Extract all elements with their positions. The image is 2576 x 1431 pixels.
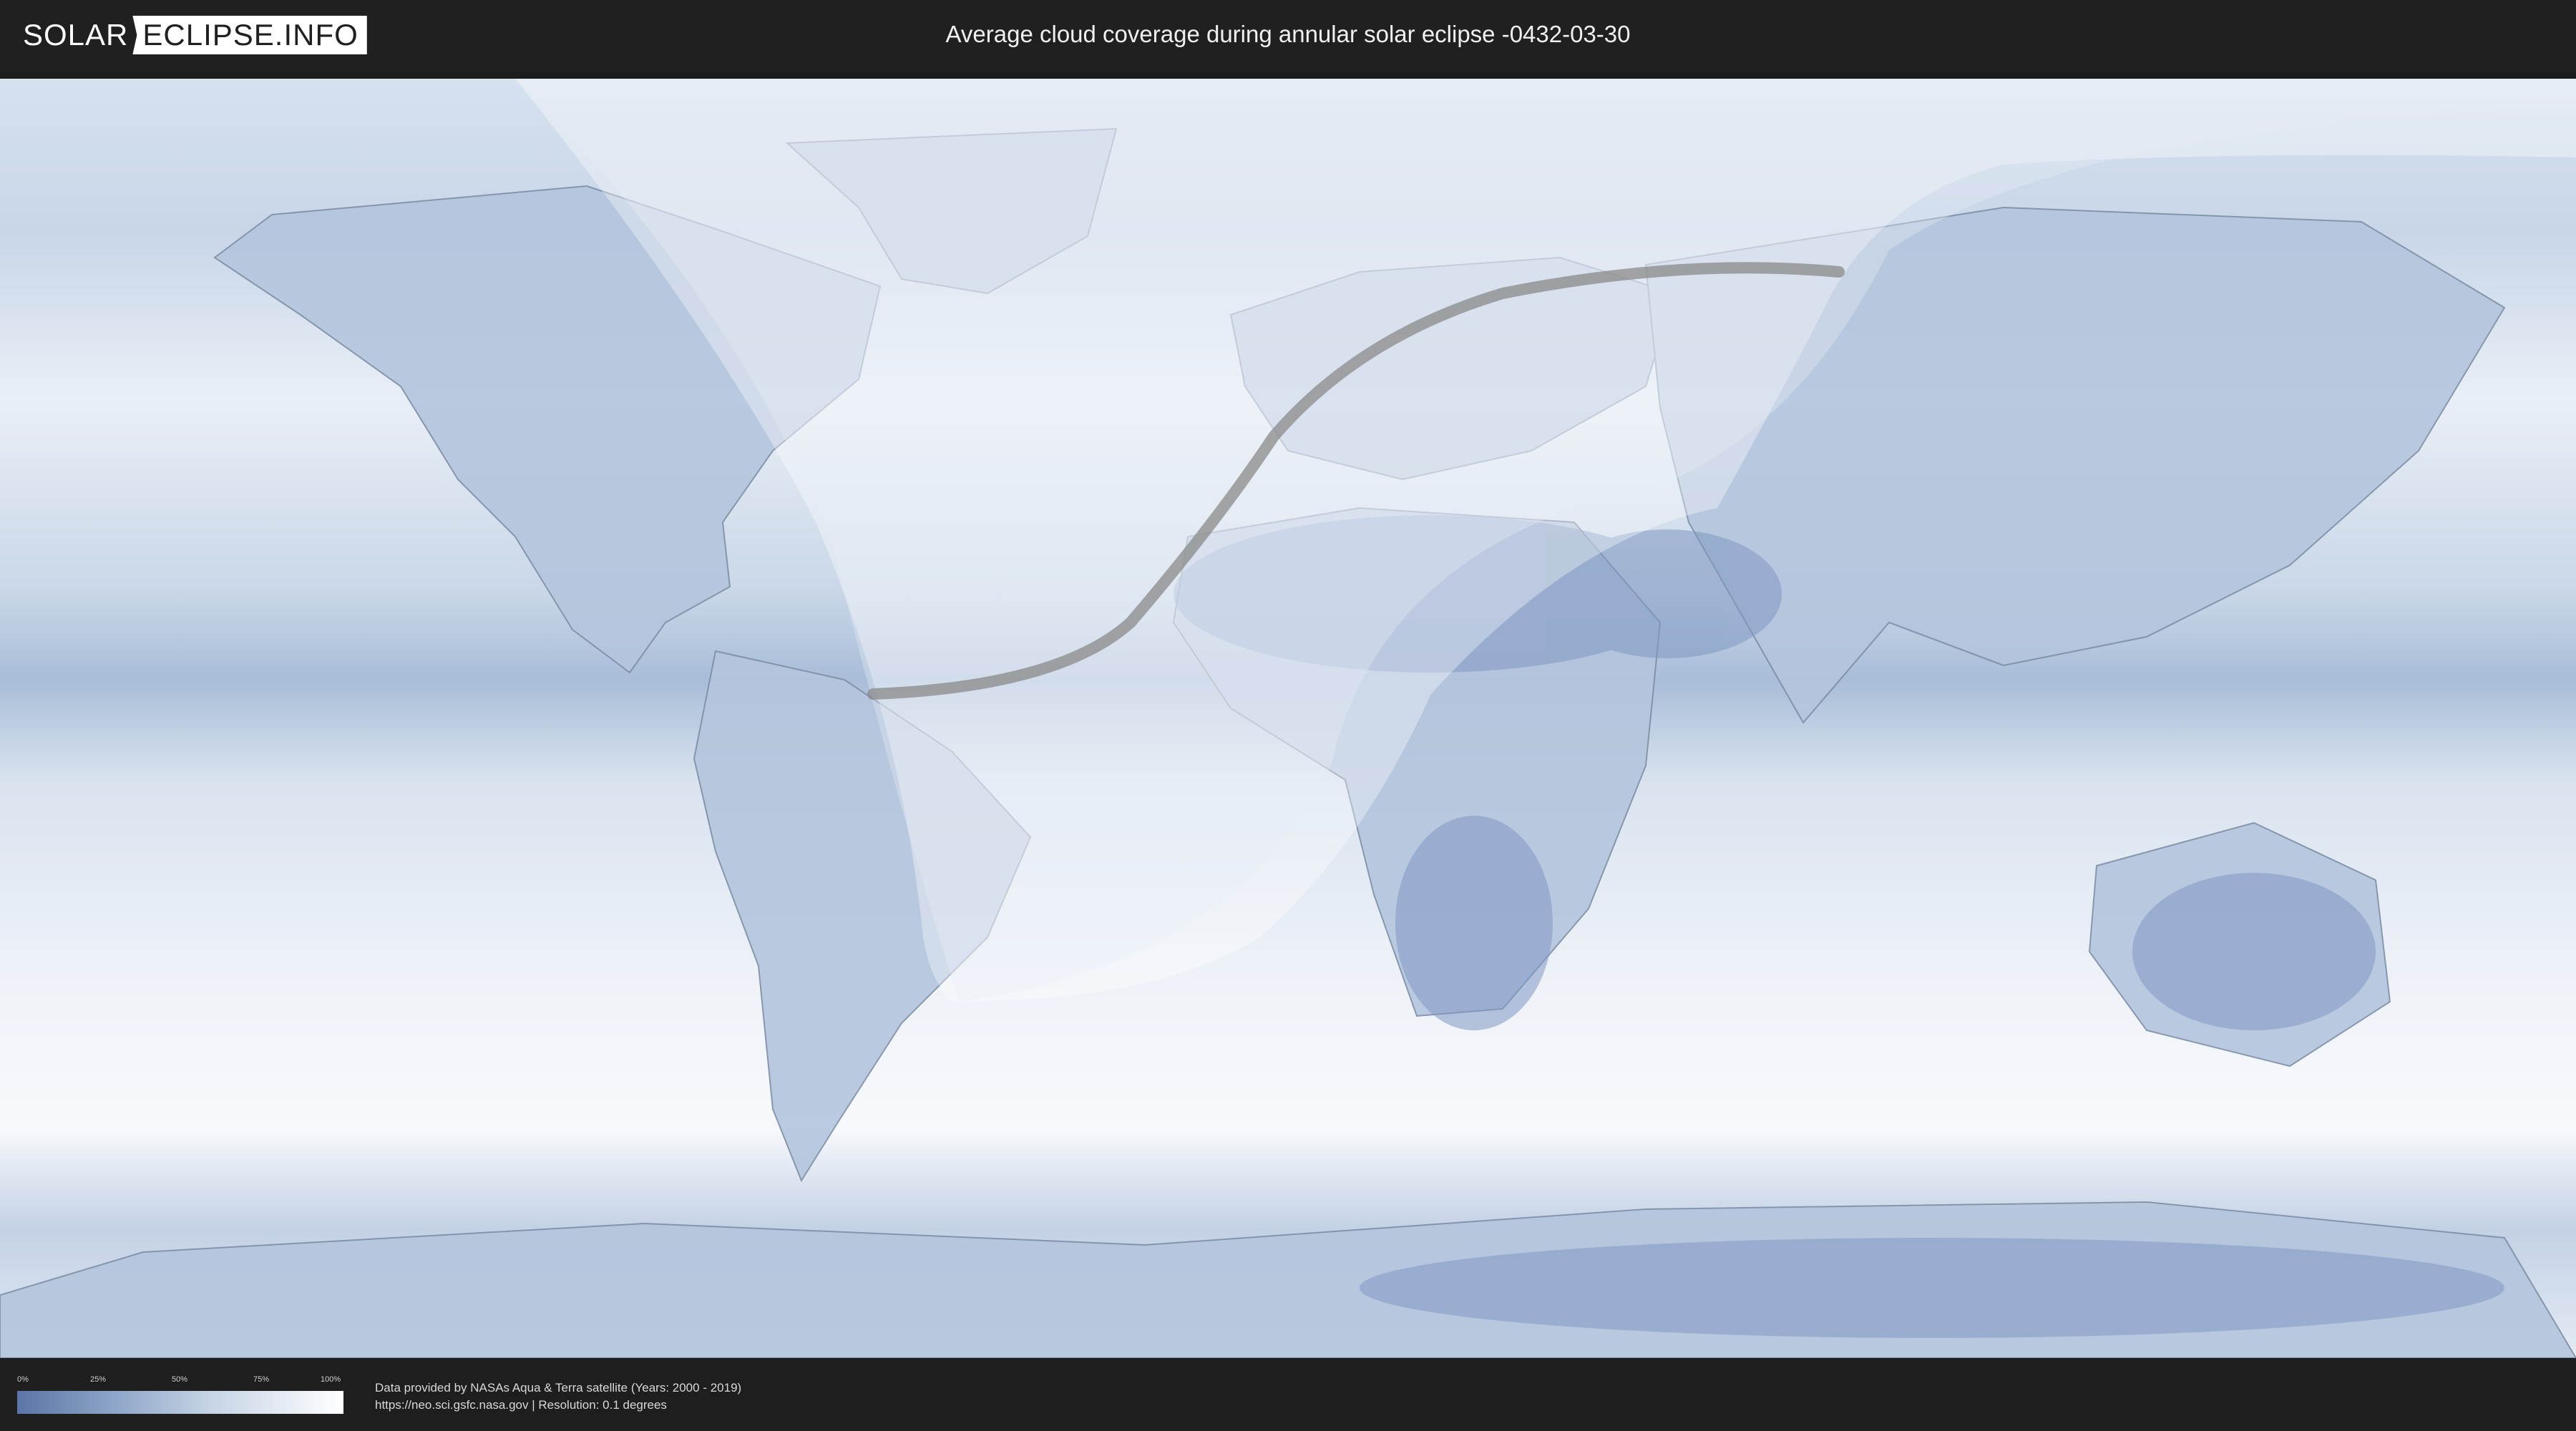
credits-line-1: Data provided by NASAs Aqua & Terra sate… [375,1381,742,1395]
cloud-coverage-map [0,79,2576,1358]
legend-tick-100: 100% [321,1375,341,1384]
legend-tick-50: 50% [172,1375,188,1384]
world-map-svg [0,79,2576,1358]
legend-tick-25: 25% [90,1375,107,1384]
australia-low-cloud [2132,873,2376,1030]
south-africa-low-cloud [1395,816,1553,1030]
antarctica-low-cloud [1360,1238,2504,1338]
page-title: Average cloud coverage during annular so… [945,21,1631,47]
legend-tick-0: 0% [17,1375,29,1384]
legend-color-bar [17,1391,343,1414]
legend-ticks: 0% 25% 50% 75% 100% [17,1375,343,1390]
legend-tick-75: 75% [253,1375,270,1384]
cloud-coverage-legend: 0% 25% 50% 75% 100% [17,1375,343,1422]
credits-line-2: https://neo.sci.gsfc.nasa.gov | Resoluti… [375,1398,667,1412]
data-credits: Data provided by NASAs Aqua & Terra sate… [375,1379,741,1414]
footer-bar: 0% 25% 50% 75% 100% Data provided by NAS… [0,1358,2576,1431]
header-bar: SOLAR ECLIPSE.INFO Average cloud coverag… [0,0,2576,72]
